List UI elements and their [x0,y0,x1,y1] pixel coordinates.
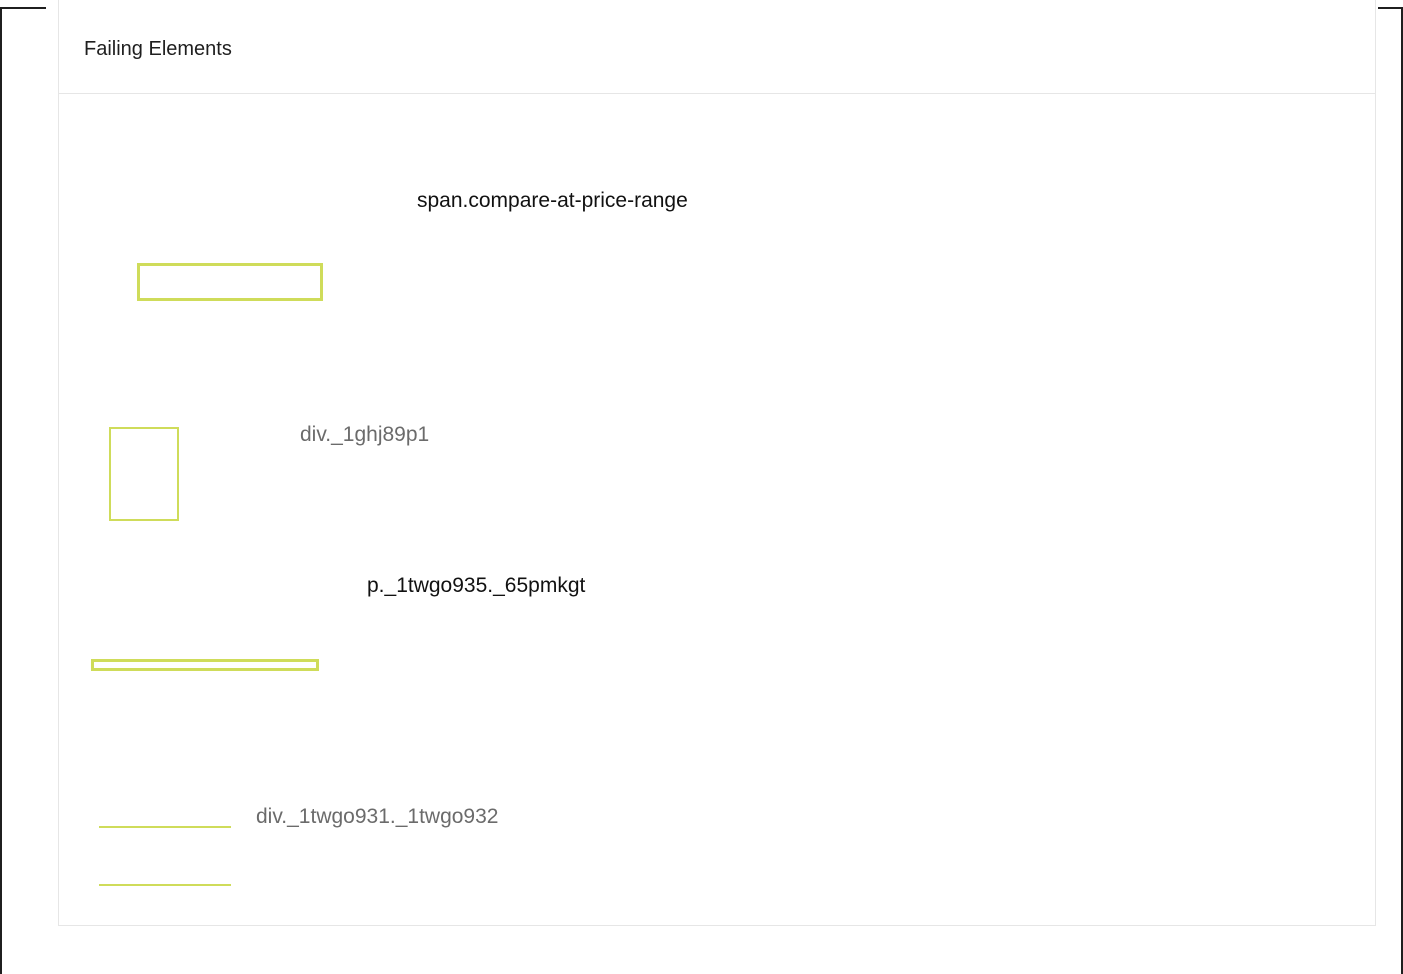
panel-title: Failing Elements [84,38,232,60]
element-highlight-box-1ghj89p1[interactable] [109,427,179,521]
element-highlight-line-bottom-1twgo931[interactable] [99,884,231,886]
failing-elements-panel: Failing Elements [58,0,1376,926]
element-highlight-line-top-1twgo931[interactable] [99,826,231,828]
element-label-compare-at-price-range: span.compare-at-price-range [417,189,688,212]
panel-header: Failing Elements [59,0,1375,94]
element-highlight-box-compare-at-price-range[interactable] [137,263,323,301]
element-highlight-box-1twgo935[interactable] [91,659,319,671]
frame-left-rule [0,7,2,974]
element-label-1twgo931: div._1twgo931._1twgo932 [256,805,499,828]
element-label-1ghj89p1: div._1ghj89p1 [300,423,430,446]
frame-top-right-rule [1378,7,1403,9]
frame-top-left-rule [0,7,46,9]
element-label-1twgo935: p._1twgo935._65pmkgt [367,574,586,597]
